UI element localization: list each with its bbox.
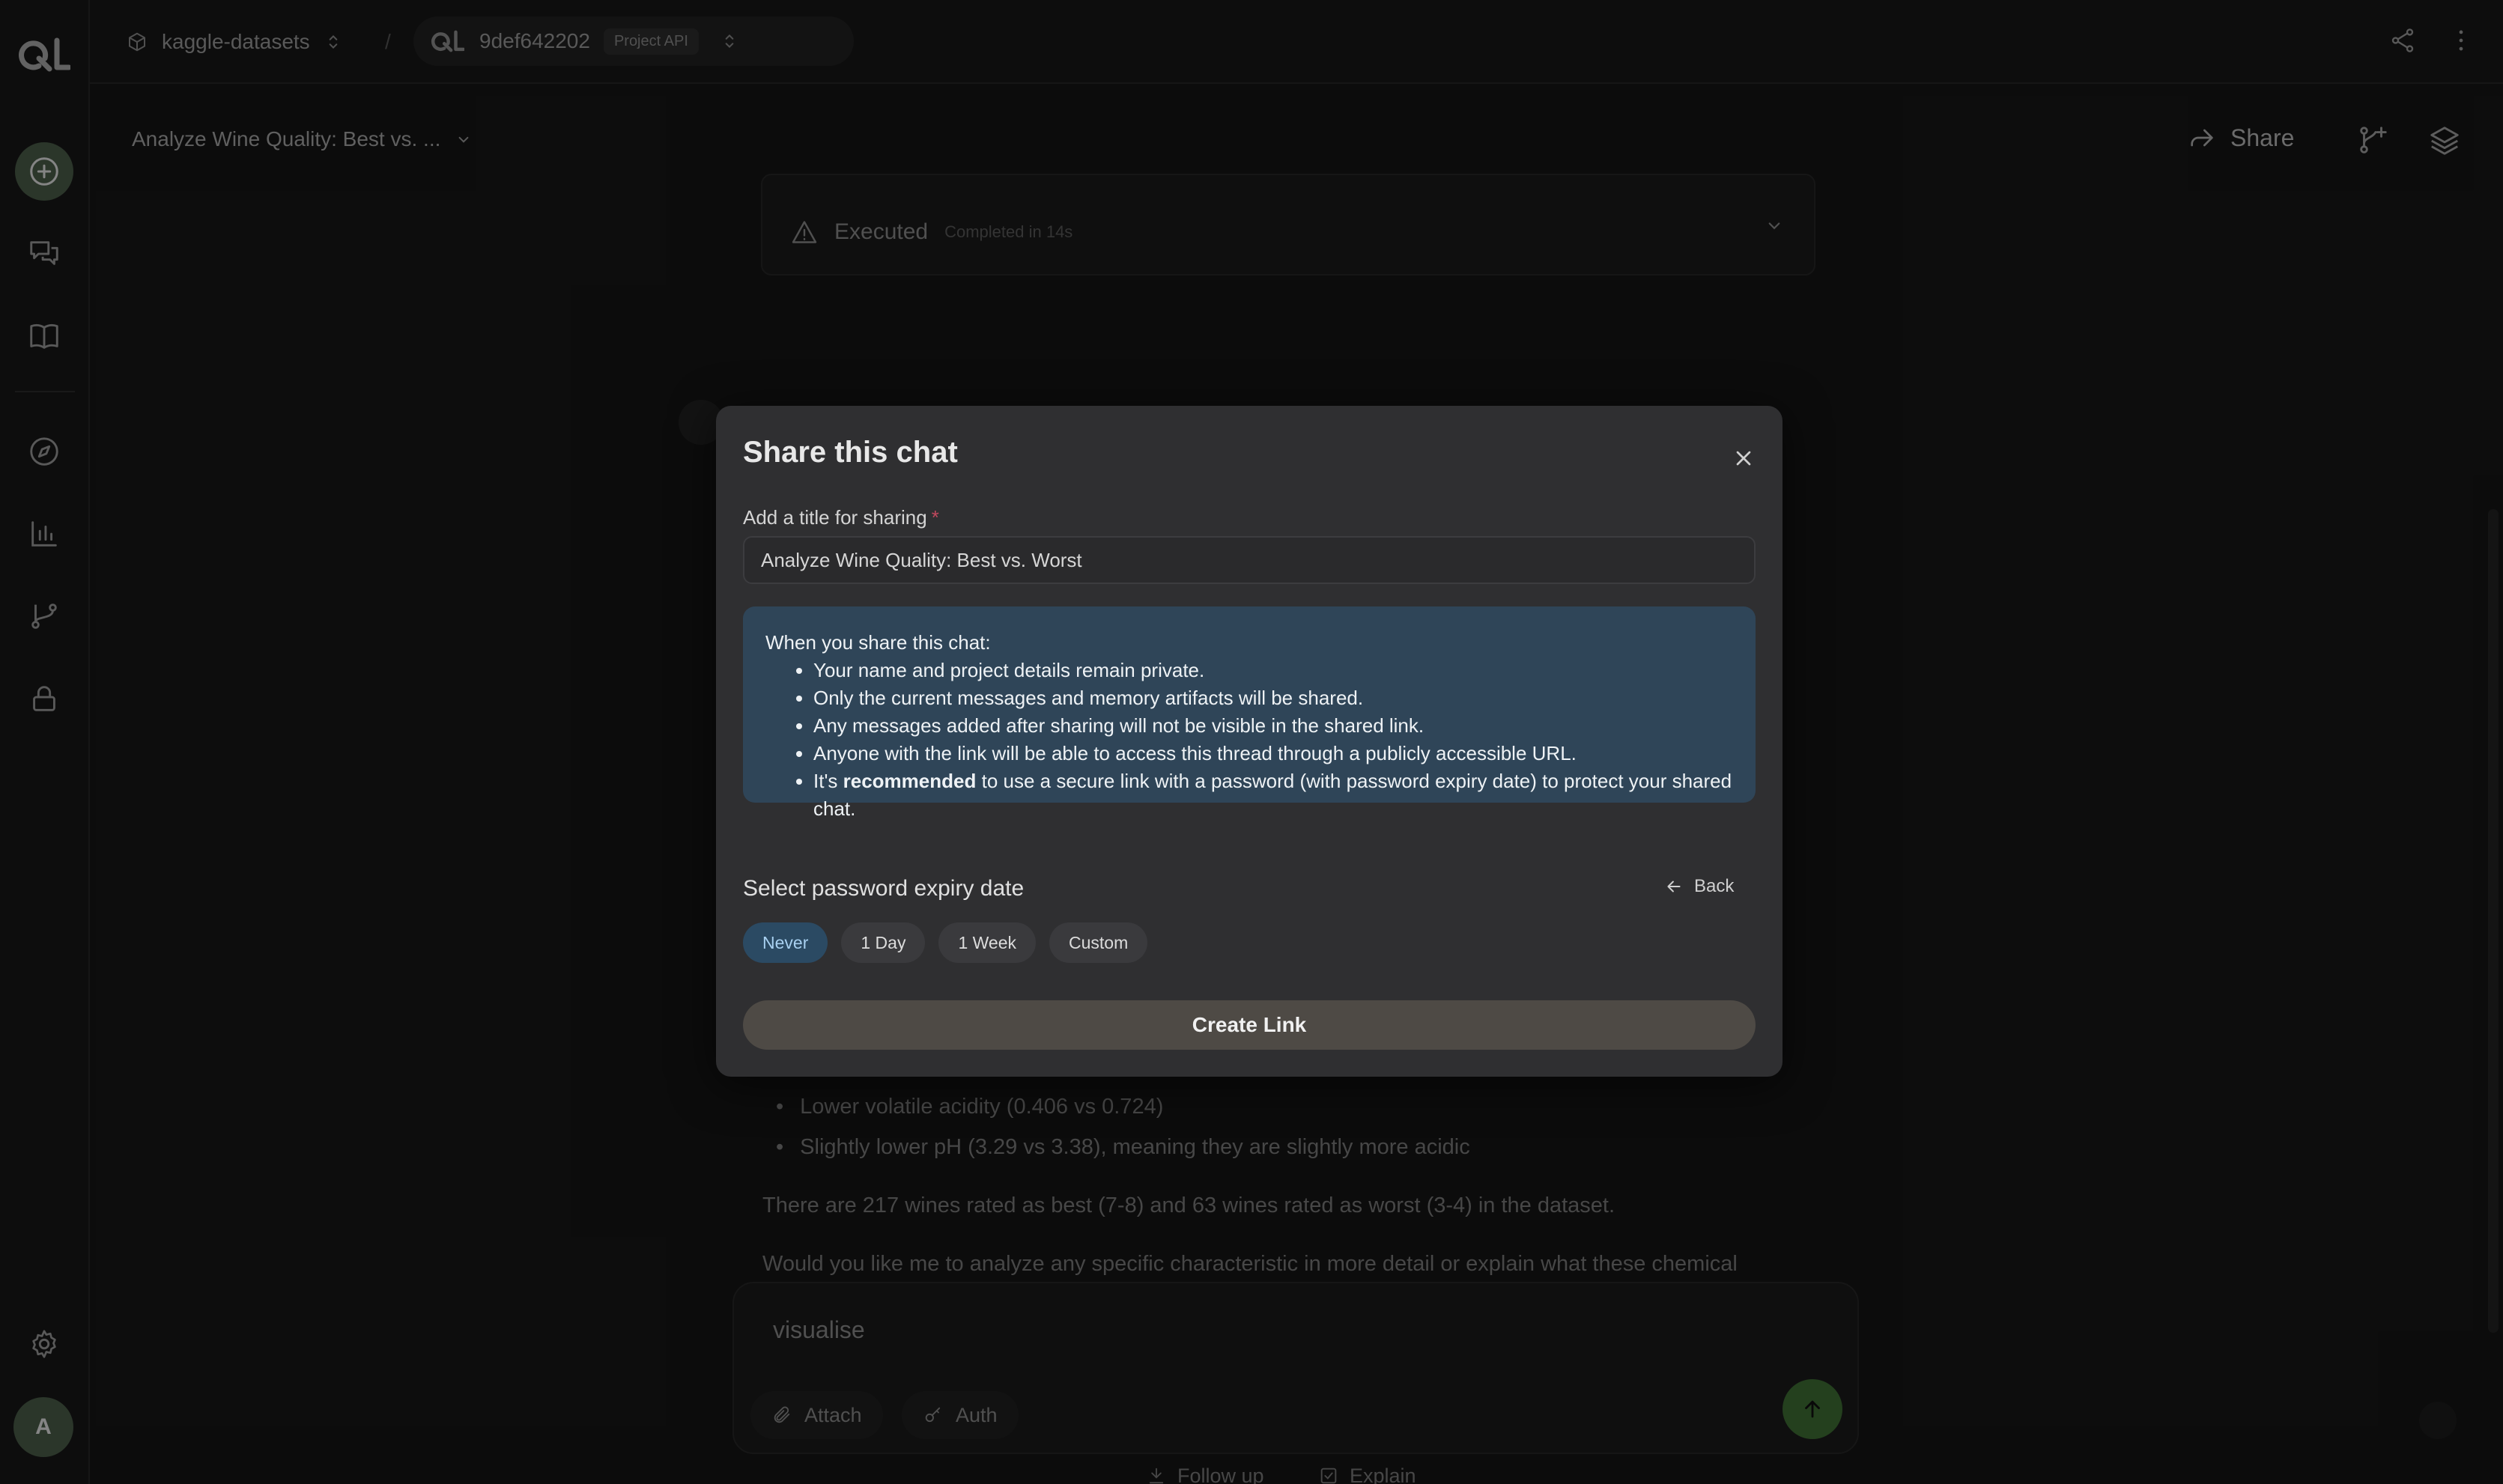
- list-item: Any messages added after sharing will no…: [813, 712, 1733, 740]
- list-item: Your name and project details remain pri…: [813, 657, 1733, 684]
- expiry-option-1-day[interactable]: 1 Day: [841, 922, 926, 963]
- share-title-label-text: Add a title for sharing: [743, 506, 927, 529]
- share-title-label: Add a title for sharing *: [743, 506, 939, 529]
- info-list: Your name and project details remain pri…: [813, 657, 1733, 823]
- info-last-bold: recommended: [843, 770, 977, 792]
- arrow-left-icon: [1667, 881, 1681, 892]
- back-button[interactable]: Back: [1664, 876, 1734, 897]
- required-mark: *: [931, 506, 939, 529]
- list-item: Anyone with the link will be able to acc…: [813, 740, 1733, 767]
- modal-title: Share this chat: [743, 436, 958, 469]
- back-label: Back: [1694, 876, 1735, 896]
- expiry-option-custom[interactable]: Custom: [1049, 922, 1148, 963]
- expiry-label: Select password expiry date: [743, 876, 1025, 901]
- share-title-input[interactable]: Analyze Wine Quality: Best vs. Worst: [743, 536, 1756, 584]
- share-chat-modal: Share this chat Add a title for sharing *…: [716, 406, 1783, 1077]
- list-item: It's recommended to use a secure link wi…: [813, 767, 1733, 823]
- create-link-button[interactable]: Create Link: [743, 1000, 1756, 1050]
- info-last-pre: It's: [813, 770, 843, 792]
- expiry-option-1-week[interactable]: 1 Week: [938, 922, 1037, 963]
- close-icon[interactable]: [1729, 443, 1759, 473]
- expiry-options: Never 1 Day 1 Week Custom: [743, 922, 1148, 963]
- share-info-box: When you share this chat: Your name and …: [743, 606, 1756, 820]
- info-intro: When you share this chat:: [765, 631, 991, 654]
- expiry-option-never[interactable]: Never: [743, 922, 828, 963]
- list-item: Only the current messages and memory art…: [813, 684, 1733, 712]
